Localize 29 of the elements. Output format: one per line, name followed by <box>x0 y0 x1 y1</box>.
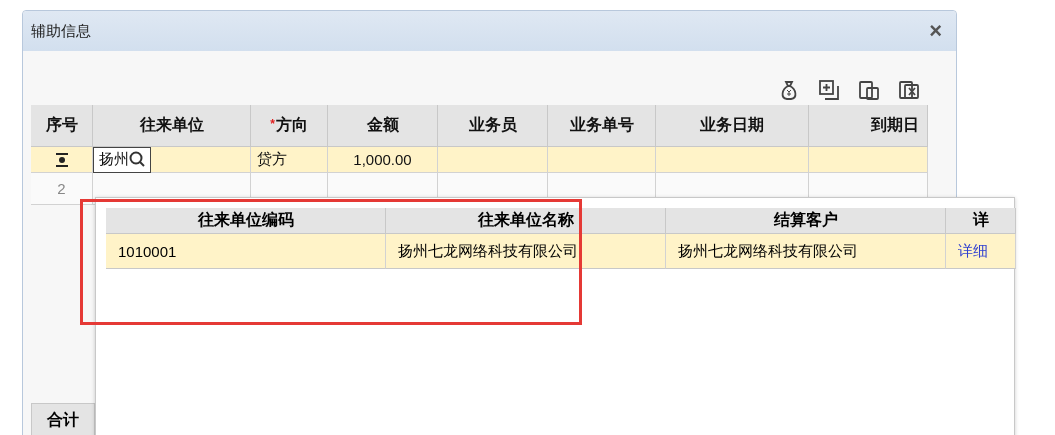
required-marker: * <box>270 117 275 131</box>
column-label: 业务员 <box>468 115 517 135</box>
dialog-title: 辅助信息 <box>31 21 91 41</box>
insert-row-icon[interactable] <box>54 151 69 168</box>
close-button[interactable]: × <box>925 20 946 42</box>
detail-link[interactable]: 详细 <box>958 241 988 261</box>
column-header: 往来单位编码 <box>106 208 386 234</box>
column-label: 金额 <box>366 115 399 135</box>
column-label: 业务日期 <box>700 115 764 135</box>
add-copy-icon[interactable] <box>818 79 840 101</box>
table-cell[interactable]: 扬州七龙网络科技有限公司 <box>666 234 946 269</box>
table-cell[interactable]: 扬州七龙网络科技有限公司 <box>386 234 666 269</box>
unit-input-field[interactable]: 扬州 <box>93 146 151 173</box>
column-label: 业务单号 <box>569 115 634 135</box>
paste-icon[interactable] <box>858 79 880 101</box>
column-label: 到期日 <box>871 115 919 135</box>
column-label: 序号 <box>45 115 78 135</box>
column-label: 方向 <box>275 115 308 135</box>
column-label: 往来单位 <box>139 115 204 135</box>
search-icon[interactable] <box>129 151 146 168</box>
table-cell: 贷方 <box>251 147 328 173</box>
table-cell: 1,000.00 <box>328 147 438 173</box>
row-number-cell: 2 <box>31 173 93 205</box>
total-label: 合计 <box>31 403 95 435</box>
delete-copy-icon[interactable] <box>898 79 920 101</box>
column-header: 详 <box>946 208 1016 234</box>
column-header: 往来单位名称 <box>386 208 666 234</box>
table-cell[interactable]: 1010001 <box>106 234 386 269</box>
column-header: 结算客户 <box>666 208 946 234</box>
